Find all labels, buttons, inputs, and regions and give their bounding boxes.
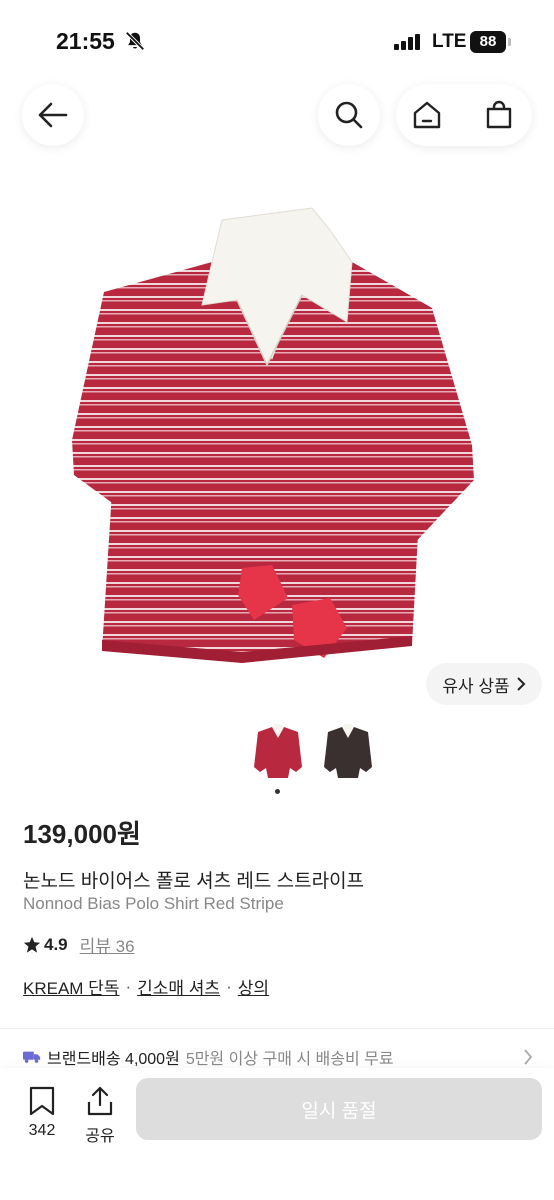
tag-link-category[interactable]: 긴소매 셔츠 bbox=[137, 974, 220, 999]
cart-button[interactable] bbox=[480, 96, 518, 134]
save-count: 342 bbox=[28, 1122, 56, 1139]
back-button[interactable] bbox=[22, 84, 84, 146]
bell-slash-icon bbox=[125, 31, 145, 51]
shipping-note: 5만원 이상 구매 시 배송비 무료 bbox=[185, 1051, 394, 1068]
chevron-right-icon bbox=[524, 1049, 533, 1065]
back-arrow-icon bbox=[38, 102, 68, 128]
tag-separator: · bbox=[125, 976, 132, 996]
home-button[interactable] bbox=[408, 96, 446, 134]
shipping-label: 브랜드배송 4,000원 bbox=[47, 1051, 180, 1068]
search-button[interactable] bbox=[318, 84, 380, 146]
battery-cap bbox=[508, 38, 511, 46]
share-button[interactable]: 공유 bbox=[80, 1086, 120, 1156]
signal-icon bbox=[394, 34, 420, 50]
color-thumbnail-black[interactable] bbox=[322, 722, 374, 780]
similar-products-button[interactable]: 유사 상품 bbox=[426, 663, 542, 705]
search-icon bbox=[335, 101, 363, 129]
rating-row: 4.9 리뷰 36 bbox=[23, 932, 135, 957]
product-name-english: Nonnod Bias Polo Shirt Red Stripe bbox=[23, 894, 284, 913]
battery-indicator: 88 bbox=[470, 31, 506, 53]
image-pager-dot bbox=[275, 789, 280, 794]
product-image[interactable] bbox=[62, 200, 492, 670]
shipping-info-row[interactable]: 브랜드배송 4,000원 5만원 이상 구매 시 배송비 무료 bbox=[23, 1044, 533, 1070]
color-thumbnail-red[interactable] bbox=[252, 722, 304, 780]
product-price: 139,000원 bbox=[23, 819, 141, 849]
tags-row: KREAM 단독 · 긴소매 셔츠 · 상의 bbox=[23, 974, 269, 999]
tag-link-top[interactable]: 상의 bbox=[238, 974, 269, 999]
bottom-action-bar: 342 공유 일시 품절 bbox=[0, 1068, 554, 1200]
tag-separator: · bbox=[226, 976, 232, 996]
tag-link-exclusive[interactable]: KREAM 단독 bbox=[23, 974, 119, 999]
status-bar: 21:55 LTE 88 bbox=[0, 0, 554, 80]
share-label: 공유 bbox=[85, 1128, 115, 1145]
cart-icon bbox=[486, 100, 512, 129]
save-button[interactable]: 342 bbox=[22, 1086, 62, 1156]
sold-out-button[interactable]: 일시 품절 bbox=[136, 1078, 542, 1140]
product-name-korean: 논노드 바이어스 폴로 셔츠 레드 스트라이프 bbox=[23, 871, 365, 892]
share-icon bbox=[87, 1086, 113, 1116]
network-label: LTE bbox=[432, 31, 467, 52]
home-icon bbox=[413, 101, 441, 129]
review-link[interactable]: 리뷰 36 bbox=[80, 932, 135, 957]
status-time: 21:55 bbox=[56, 28, 115, 54]
truck-icon bbox=[23, 1051, 41, 1063]
rating-value: 4.9 bbox=[44, 934, 68, 954]
home-cart-group bbox=[396, 84, 532, 146]
bookmark-icon bbox=[29, 1086, 55, 1116]
section-divider bbox=[0, 1028, 554, 1029]
chevron-right-icon bbox=[516, 677, 526, 691]
similar-products-label: 유사 상품 bbox=[442, 676, 510, 696]
star-icon bbox=[23, 936, 41, 953]
